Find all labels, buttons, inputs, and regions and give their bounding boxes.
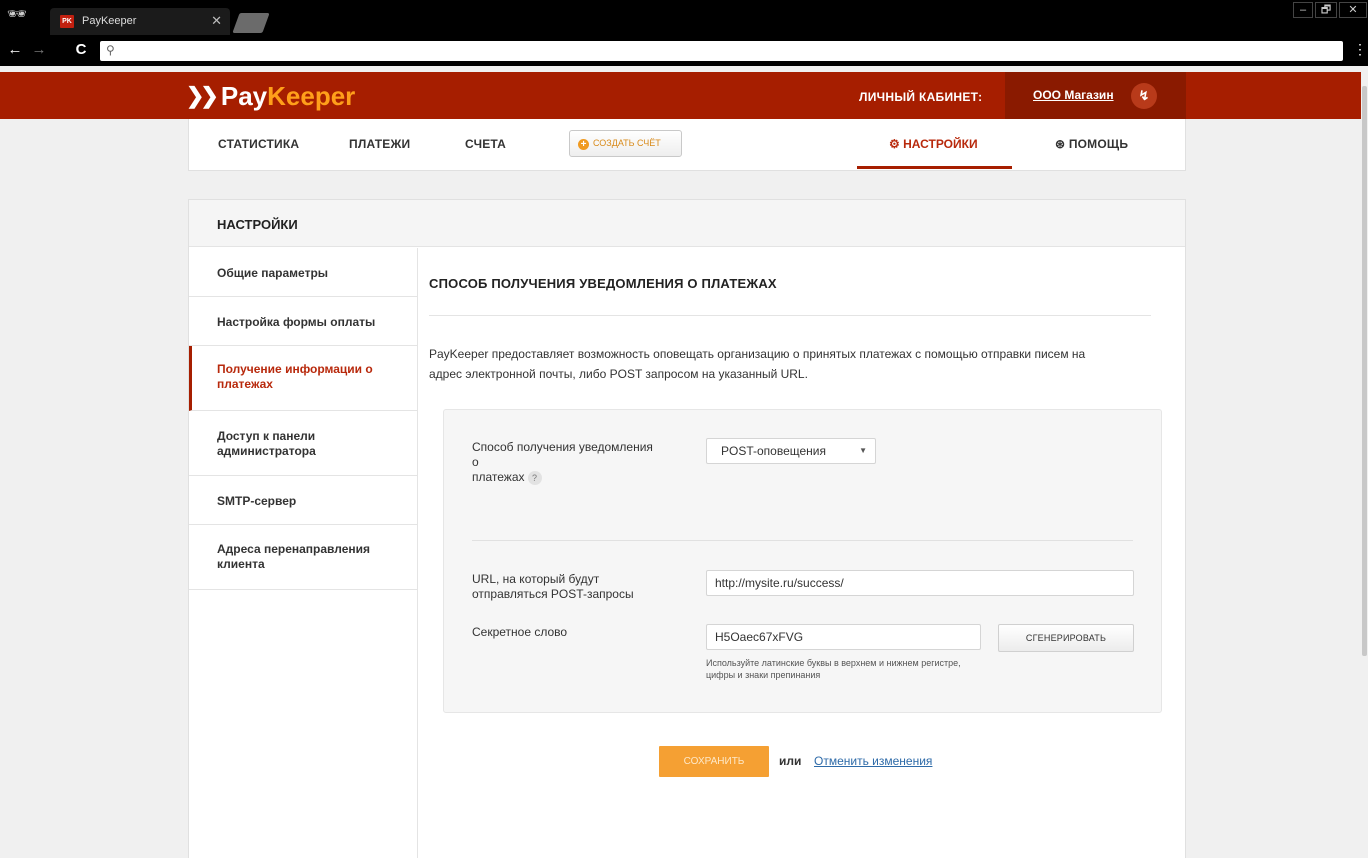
divider (429, 315, 1151, 316)
cancel-changes-link[interactable]: Отменить изменения (814, 754, 932, 768)
plus-icon: + (578, 139, 589, 150)
browser-titlebar: 🕶 PK PayKeeper ✕ – 🗗 ✕ (0, 0, 1368, 35)
sidebar-item-payment-form[interactable]: Настройка формы оплаты (189, 297, 418, 346)
url-label-line1: URL, на который будут (472, 572, 600, 586)
lifebuoy-icon: ⊛ (1055, 137, 1066, 151)
browser-menu-icon[interactable]: ⋮ (1353, 41, 1367, 58)
tab-title: PayKeeper (82, 15, 137, 27)
menu-help[interactable]: ⊛ ПОМОЩЬ (1055, 137, 1128, 151)
cabinet-name-link[interactable]: ООО Магазин (1033, 88, 1114, 102)
form-divider (472, 540, 1133, 541)
sidebar-item-general[interactable]: Общие параметры (189, 248, 418, 297)
create-invoice-button[interactable]: + СОЗДАТЬ СЧЁТ (569, 130, 682, 157)
gear-icon: ⚙ (889, 137, 900, 151)
minimize-button[interactable]: – (1293, 2, 1313, 18)
reload-icon[interactable]: C (72, 41, 90, 58)
cabinet-label: ЛИЧНЫЙ КАБИНЕТ: (859, 90, 983, 104)
section-title: СПОСОБ ПОЛУЧЕНИЯ УВЕДОМЛЕНИЯ О ПЛАТЕЖАХ (429, 276, 777, 291)
logo-pay: Pay (220, 80, 268, 111)
create-invoice-label: СОЗДАТЬ СЧЁТ (593, 138, 661, 148)
method-label: Способ получения уведомления о платежах? (472, 440, 653, 485)
menu-invoices[interactable]: СЧЕТА (465, 137, 506, 151)
page: ❯❯ Pay Keeper ЛИЧНЫЙ КАБИНЕТ: ООО Магазин… (0, 66, 1368, 858)
sidebar-item-payment-info[interactable]: Получение информации о платежах (189, 346, 418, 411)
settings-text: НАСТРОЙКИ (903, 137, 978, 151)
save-button[interactable]: СОХРАНИТЬ (659, 746, 769, 777)
search-icon: ⚲ (106, 43, 115, 57)
help-icon[interactable]: ? (527, 471, 542, 485)
restore-button[interactable]: 🗗 (1315, 2, 1337, 18)
panel-header: НАСТРОЙКИ (189, 200, 1185, 247)
scrollbar-thumb[interactable] (1362, 86, 1367, 656)
paykeeper-logo[interactable]: ❯❯ Pay Keeper (186, 80, 356, 111)
incognito-icon: 🕶 (6, 6, 28, 23)
logo-keeper: Keeper (267, 80, 356, 111)
settings-sidebar: Общие параметры Настройка формы оплаты П… (189, 248, 418, 858)
close-window-button[interactable]: ✕ (1339, 2, 1367, 18)
paykeeper-favicon-icon: PK (60, 15, 74, 28)
sidebar-item-redirect[interactable]: Адреса перенаправления клиента (189, 525, 418, 590)
sidebar-item-smtp[interactable]: SMTP-сервер (189, 476, 418, 525)
site-header: ❯❯ Pay Keeper ЛИЧНЫЙ КАБИНЕТ: ООО Магазин… (0, 72, 1366, 119)
method-label-line2: о (472, 455, 479, 469)
section-description: PayKeeper предоставляет возможность опов… (429, 347, 1086, 381)
or-text: или (779, 754, 802, 768)
logout-icon[interactable]: ↯ (1131, 83, 1157, 109)
method-label-line3: платежах? (472, 470, 653, 485)
method-label-text: платежах (472, 470, 525, 484)
generate-button[interactable]: СГЕНЕРИРОВАТЬ (998, 624, 1134, 652)
address-bar[interactable] (100, 41, 1343, 61)
forward-arrow-icon[interactable]: → (30, 41, 48, 58)
menu-payments[interactable]: ПЛАТЕЖИ (349, 137, 410, 151)
method-label-line1: Способ получения уведомления (472, 440, 653, 454)
url-label: URL, на который будут отправляться POST-… (472, 572, 634, 602)
panel-title: НАСТРОЙКИ (217, 217, 298, 232)
browser-tab[interactable]: PK PayKeeper ✕ (50, 8, 230, 35)
settings-panel: НАСТРОЙКИ Общие параметры Настройка форм… (188, 199, 1186, 858)
logo-arrows-icon: ❯❯ (186, 83, 219, 108)
new-tab-button[interactable] (232, 13, 270, 33)
settings-content: СПОСОБ ПОЛУЧЕНИЯ УВЕДОМЛЕНИЯ О ПЛАТЕЖАХ … (419, 248, 1185, 858)
chevron-down-icon: ▼ (859, 446, 867, 455)
back-arrow-icon[interactable]: ← (6, 41, 24, 58)
secret-label: Секретное слово (472, 625, 568, 639)
secret-input[interactable]: H5Oaec67xFVG (706, 624, 981, 650)
url-input[interactable]: http://mysite.ru/success/ (706, 570, 1134, 596)
main-menu: СТАТИСТИКА ПЛАТЕЖИ СЧЕТА + СОЗДАТЬ СЧЁТ ⚙… (188, 119, 1186, 171)
settings-label: ⚙ НАСТРОЙКИ (889, 137, 978, 151)
select-value: POST-оповещения (721, 444, 827, 458)
menu-stats[interactable]: СТАТИСТИКА (218, 137, 299, 151)
notification-method-select[interactable]: POST-оповещения ▼ (706, 438, 876, 464)
sidebar-item-admin-access[interactable]: Доступ к панели администратора (189, 411, 418, 476)
url-label-line2: отправляться POST-запросы (472, 587, 634, 601)
tab-close-icon[interactable]: ✕ (211, 13, 222, 29)
secret-hint: Используйте латинские буквы в верхнем и … (706, 658, 961, 680)
page-scrollbar[interactable] (1361, 66, 1368, 858)
form-box: Способ получения уведомления о платежах?… (443, 409, 1162, 713)
tab-settings[interactable]: ⚙ НАСТРОЙКИ (857, 119, 1012, 169)
help-text: ПОМОЩЬ (1068, 137, 1129, 151)
